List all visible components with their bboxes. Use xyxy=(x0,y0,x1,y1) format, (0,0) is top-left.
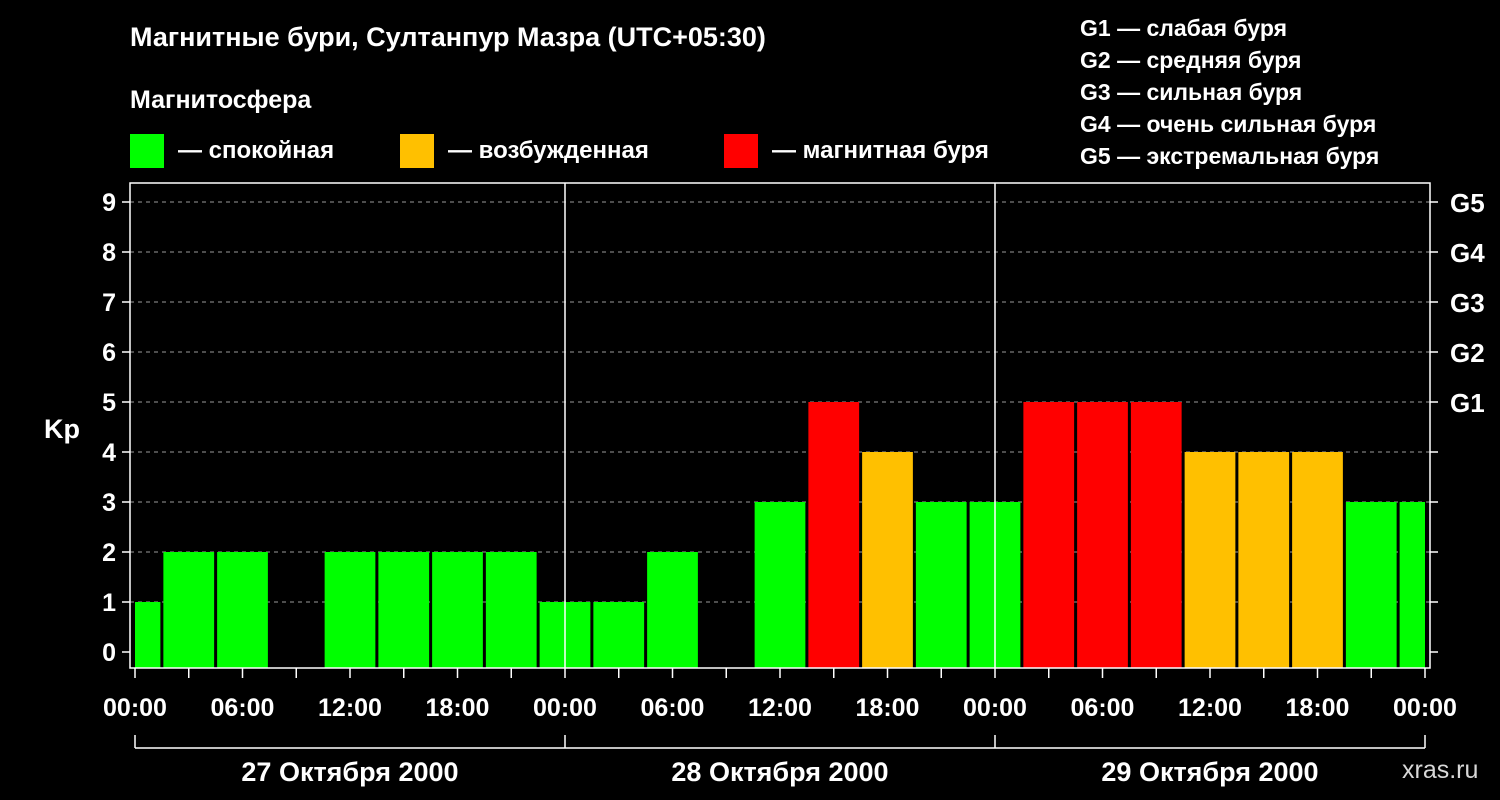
x-tick-label: 18:00 xyxy=(856,694,920,722)
g-tick-label: G1 xyxy=(1450,388,1485,418)
y-tick-label: 7 xyxy=(102,289,116,317)
x-tick-label: 12:00 xyxy=(748,694,812,722)
y-tick-label: 1 xyxy=(102,589,116,617)
kp-bar-13 xyxy=(808,402,860,668)
x-tick-label: 00:00 xyxy=(533,694,597,722)
g-tick-label: G3 xyxy=(1450,288,1485,318)
x-tick-label: 06:00 xyxy=(1071,694,1135,722)
x-tick-label: 18:00 xyxy=(426,694,490,722)
x-tick-label: 06:00 xyxy=(211,694,275,722)
x-tick-label: 06:00 xyxy=(641,694,705,722)
y-tick-label: 0 xyxy=(102,639,116,667)
kp-bar-9 xyxy=(593,602,645,668)
g-tick-label: G4 xyxy=(1450,238,1485,268)
kp-bar-18 xyxy=(1077,402,1128,668)
kp-bar-12 xyxy=(754,502,806,668)
day-label: 28 Октября 2000 xyxy=(671,757,888,787)
kp-bar-10 xyxy=(647,552,698,668)
kp-bar-6 xyxy=(432,552,483,668)
x-tick-label: 18:00 xyxy=(1286,694,1350,722)
kp-bar-21 xyxy=(1238,452,1290,668)
kp-bar-14 xyxy=(862,452,913,668)
kp-bar-15 xyxy=(915,502,967,668)
kp-bar-5 xyxy=(378,552,430,668)
kp-bar-22 xyxy=(1292,452,1343,668)
kp-bar-20 xyxy=(1184,452,1236,668)
kp-bar-17 xyxy=(1023,402,1075,668)
kp-bar-2 xyxy=(217,552,268,668)
x-tick-label: 12:00 xyxy=(318,694,382,722)
g-tick-label: G5 xyxy=(1450,188,1485,218)
kp-bar-23 xyxy=(1345,502,1397,668)
kp-bar-19 xyxy=(1130,402,1182,668)
kp-bar-4 xyxy=(324,552,376,668)
kp-bar-7 xyxy=(485,552,537,668)
watermark: xras.ru xyxy=(1402,756,1479,784)
y-tick-label: 4 xyxy=(102,439,116,467)
day-label: 29 Октября 2000 xyxy=(1101,757,1318,787)
y-tick-label: 5 xyxy=(102,389,116,417)
kp-bar-1 xyxy=(163,552,215,668)
y-tick-label: 6 xyxy=(102,339,116,367)
g-tick-label: G2 xyxy=(1450,338,1485,368)
y-tick-label: 9 xyxy=(102,189,116,217)
y-axis-label: Kp xyxy=(44,414,80,444)
x-tick-label: 00:00 xyxy=(1393,694,1457,722)
x-tick-label: 12:00 xyxy=(1178,694,1242,722)
y-tick-label: 3 xyxy=(102,489,116,517)
y-tick-label: 2 xyxy=(102,539,116,567)
kp-bar-24 xyxy=(1399,502,1425,668)
x-tick-label: 00:00 xyxy=(963,694,1027,722)
y-tick-label: 8 xyxy=(102,239,116,267)
kp-bar-0 xyxy=(135,602,161,668)
x-tick-label: 00:00 xyxy=(103,694,167,722)
kp-chart: 0 1 2 3 4 5 6 7 8 9 Kp G1 G2 G3 G4 G5 00:00 06:00 12:00 18:… xyxy=(44,182,1485,787)
day-label: 27 Октября 2000 xyxy=(241,757,458,787)
